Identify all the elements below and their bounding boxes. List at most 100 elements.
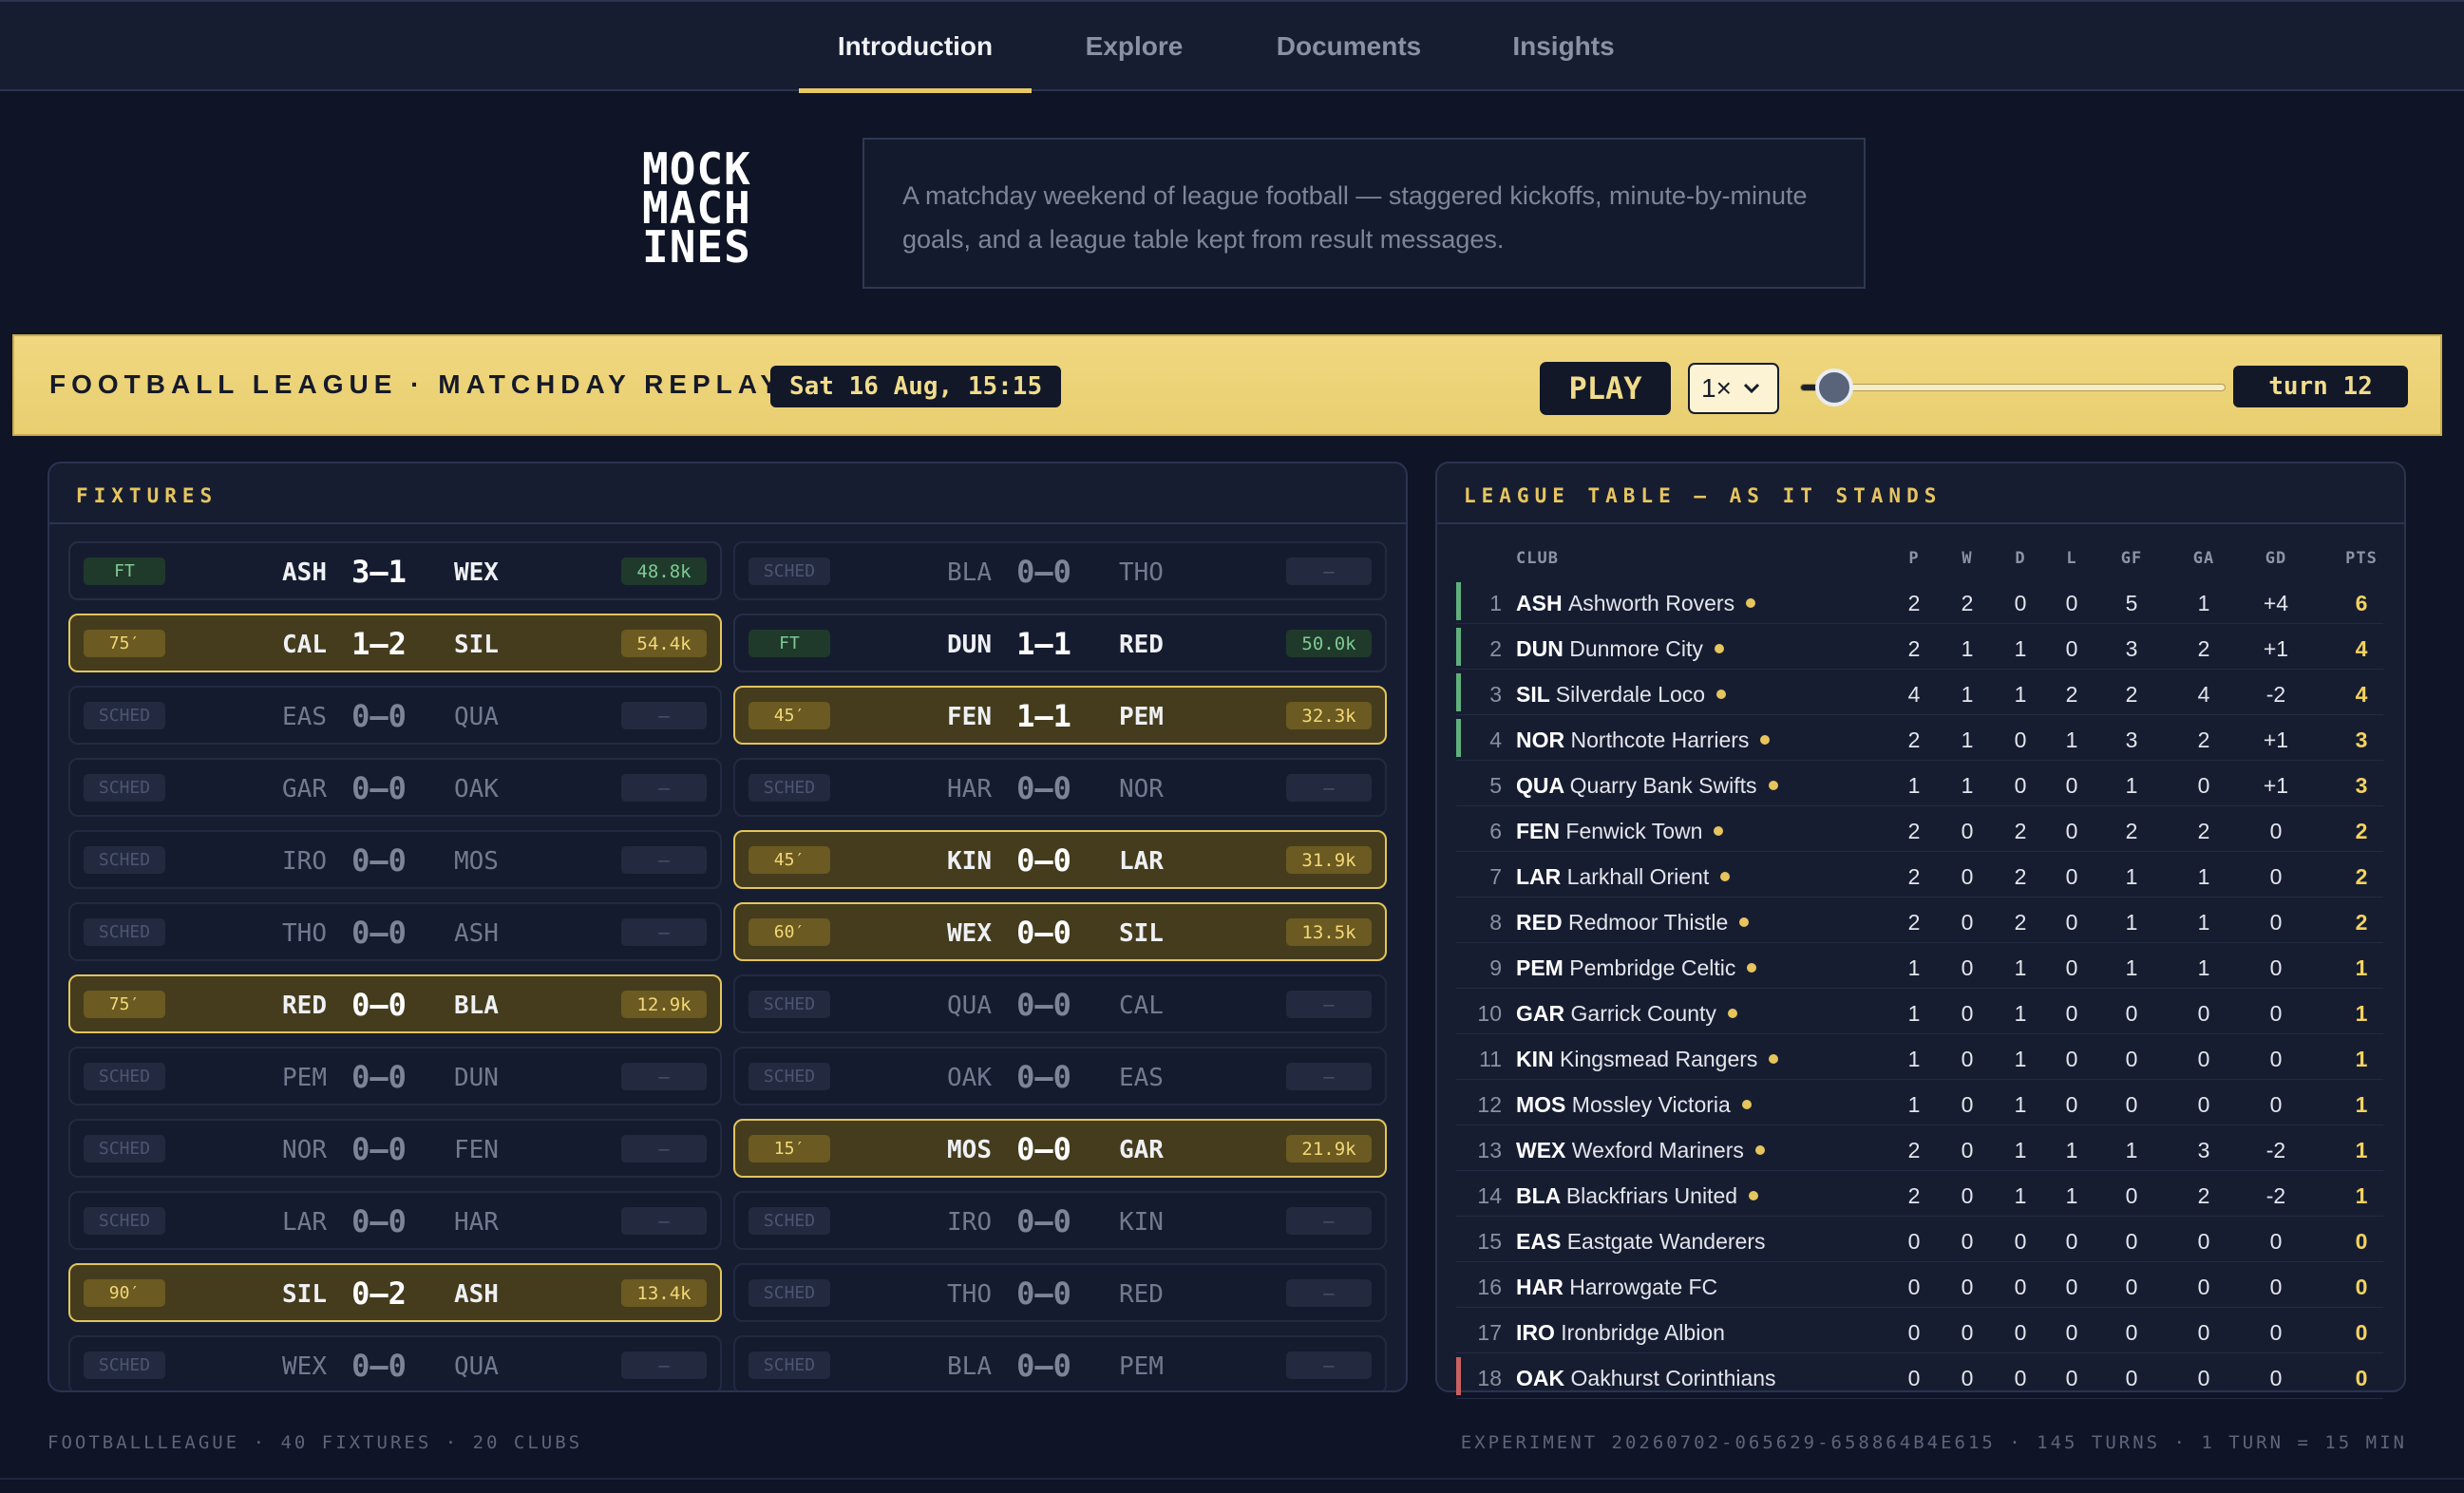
club-name: Silverdale Loco xyxy=(1555,682,1706,707)
match-score: 1–1 xyxy=(1016,698,1071,734)
replay-title: FOOTBALL LEAGUE · MATCHDAY REPLAY xyxy=(49,369,785,399)
stat-gf: 3 xyxy=(2125,728,2138,752)
table-row[interactable]: 12 MOS Mossley Victoria 1 0 1 0 0 0 0 1 xyxy=(1456,1080,2383,1125)
fixture-card[interactable]: 75′ CAL 1–2 SIL 54.4k xyxy=(68,614,722,672)
stat-l: 0 xyxy=(2065,955,2078,980)
stat-w: 0 xyxy=(1961,1138,1974,1162)
fixture-card[interactable]: 15′ MOS 0–0 GAR 21.9k xyxy=(733,1119,1387,1178)
table-row[interactable]: 7 LAR Larkhall Orient 2 0 2 0 1 1 0 2 xyxy=(1456,852,2383,898)
stat-gf: 0 xyxy=(2125,1001,2138,1026)
zone-marker xyxy=(1456,719,1461,757)
club-cell: OAK Oakhurst Corinthians xyxy=(1516,1366,1776,1391)
fixture-card[interactable]: SCHED PEM 0–0 DUN – xyxy=(68,1047,722,1106)
fixture-card[interactable]: SCHED IRO 0–0 MOS – xyxy=(68,830,722,889)
fixture-card[interactable]: SCHED HAR 0–0 NOR – xyxy=(733,758,1387,817)
match-status-badge: SCHED xyxy=(84,1063,165,1090)
stat-d: 1 xyxy=(2014,1092,2027,1117)
attendance-badge: – xyxy=(1286,1351,1372,1379)
stat-gf: 2 xyxy=(2125,819,2138,843)
fixture-card[interactable]: SCHED WEX 0–0 QUA – xyxy=(68,1335,722,1390)
match-score: 0–0 xyxy=(1016,915,1071,951)
table-row[interactable]: 18 OAK Oakhurst Corinthians 0 0 0 0 0 0 0 0 xyxy=(1456,1353,2383,1399)
fixture-card[interactable]: SCHED THO 0–0 RED – xyxy=(733,1263,1387,1322)
stat-ga: 0 xyxy=(2197,1229,2210,1254)
table-row[interactable]: 11 KIN Kingsmead Rangers 1 0 1 0 0 0 0 1 xyxy=(1456,1034,2383,1080)
fixture-card[interactable]: SCHED BLA 0–0 THO – xyxy=(733,541,1387,600)
play-button[interactable]: PLAY xyxy=(1540,362,1671,415)
fixture-card[interactable]: 45′ FEN 1–1 PEM 32.3k xyxy=(733,686,1387,745)
stat-gd: 0 xyxy=(2269,1366,2283,1390)
stat-p: 2 xyxy=(1907,1138,1921,1162)
tab-introduction[interactable]: Introduction xyxy=(799,2,1032,93)
stat-p: 2 xyxy=(1907,728,1921,752)
stat-d: 0 xyxy=(2014,773,2027,798)
stat-w: 0 xyxy=(1961,955,1974,980)
stat-l: 0 xyxy=(2065,864,2078,889)
attendance-badge: 21.9k xyxy=(1286,1135,1372,1162)
table-row[interactable]: 9 PEM Pembridge Celtic 1 0 1 0 1 1 0 1 xyxy=(1456,943,2383,989)
fixture-card[interactable]: 60′ WEX 0–0 SIL 13.5k xyxy=(733,902,1387,961)
table-row[interactable]: 17 IRO Ironbridge Albion 0 0 0 0 0 0 0 0 xyxy=(1456,1308,2383,1353)
table-row[interactable]: 4 NOR Northcote Harriers 2 1 0 1 3 2 +1 3 xyxy=(1456,715,2383,761)
table-row[interactable]: 8 RED Redmoor Thistle 2 0 2 0 1 1 0 2 xyxy=(1456,898,2383,943)
match-status-badge: SCHED xyxy=(84,1351,165,1379)
club-cell: EAS Eastgate Wanderers xyxy=(1516,1229,1766,1255)
fixture-card[interactable]: SCHED GAR 0–0 OAK – xyxy=(68,758,722,817)
table-row[interactable]: 13 WEX Wexford Mariners 2 0 1 1 1 3 -2 1 xyxy=(1456,1125,2383,1171)
match-score: 0–0 xyxy=(1016,1131,1071,1167)
stat-pts: 1 xyxy=(2355,1001,2368,1026)
stat-pts: 6 xyxy=(2355,591,2368,615)
match-score: 0–0 xyxy=(351,1348,407,1384)
table-row[interactable]: 16 HAR Harrowgate FC 0 0 0 0 0 0 0 0 xyxy=(1456,1262,2383,1308)
tab-explore[interactable]: Explore xyxy=(1058,2,1210,91)
match-score: 1–1 xyxy=(1016,626,1071,662)
fixture-card[interactable]: SCHED LAR 0–0 HAR – xyxy=(68,1191,722,1250)
speed-select[interactable]: 1× xyxy=(1688,363,1779,414)
stat-gd: -2 xyxy=(2265,682,2286,707)
stat-l: 1 xyxy=(2065,1138,2078,1162)
table-row[interactable]: 5 QUA Quarry Bank Swifts 1 1 0 0 1 0 +1 3 xyxy=(1456,761,2383,806)
table-row[interactable]: 10 GAR Garrick County 1 0 1 0 0 0 0 1 xyxy=(1456,989,2383,1034)
zone-marker xyxy=(1456,1084,1461,1122)
stat-w: 0 xyxy=(1961,1183,1974,1208)
table-row[interactable]: 14 BLA Blackfriars United 2 0 1 1 0 2 -2 1 xyxy=(1456,1171,2383,1217)
fixture-card[interactable]: SCHED EAS 0–0 QUA – xyxy=(68,686,722,745)
fixture-card[interactable]: 45′ KIN 0–0 LAR 31.9k xyxy=(733,830,1387,889)
attendance-badge: 13.5k xyxy=(1286,918,1372,946)
fixture-card[interactable]: SCHED OAK 0–0 EAS – xyxy=(733,1047,1387,1106)
fixture-card[interactable]: FT DUN 1–1 RED 50.0k xyxy=(733,614,1387,672)
club-cell: GAR Garrick County xyxy=(1516,1001,1737,1027)
match-status-badge: SCHED xyxy=(84,702,165,729)
table-row[interactable]: 6 FEN Fenwick Town 2 0 2 0 2 2 0 2 xyxy=(1456,806,2383,852)
club-abbr: IRO xyxy=(1516,1320,1555,1345)
table-row[interactable]: 1 ASH Ashworth Rovers 2 2 0 0 5 1 +4 6 xyxy=(1456,578,2383,624)
attendance-badge: – xyxy=(1286,774,1372,802)
club-abbr: FEN xyxy=(1516,819,1560,843)
tab-insights[interactable]: Insights xyxy=(1488,2,1640,91)
tab-documents[interactable]: Documents xyxy=(1256,2,1442,91)
fixture-card[interactable]: 75′ RED 0–0 BLA 12.9k xyxy=(68,974,722,1033)
table-row[interactable]: 15 EAS Eastgate Wanderers 0 0 0 0 0 0 0 0 xyxy=(1456,1217,2383,1262)
away-team: NOR xyxy=(1119,775,1164,803)
club-abbr: QUA xyxy=(1516,773,1564,798)
fixture-card[interactable]: FT ASH 3–1 WEX 48.8k xyxy=(68,541,722,600)
stat-gf: 0 xyxy=(2125,1183,2138,1208)
stat-pts: 0 xyxy=(2355,1366,2368,1390)
table-row[interactable]: 3 SIL Silverdale Loco 4 1 1 2 2 4 -2 4 xyxy=(1456,670,2383,715)
attendance-badge: – xyxy=(1286,558,1372,585)
fixture-card[interactable]: SCHED IRO 0–0 KIN – xyxy=(733,1191,1387,1250)
fixture-card[interactable]: SCHED QUA 0–0 CAL – xyxy=(733,974,1387,1033)
fixture-card[interactable]: SCHED BLA 0–0 PEM – xyxy=(733,1335,1387,1390)
match-status-badge: 90′ xyxy=(84,1279,165,1307)
stat-pts: 0 xyxy=(2355,1275,2368,1299)
timeline-slider-track[interactable] xyxy=(1800,384,2226,391)
fixture-card[interactable]: SCHED THO 0–0 ASH – xyxy=(68,902,722,961)
club-cell: HAR Harrowgate FC xyxy=(1516,1275,1717,1300)
timeline-slider-thumb[interactable] xyxy=(1814,369,1853,406)
fixture-card[interactable]: 90′ SIL 0–2 ASH 13.4k xyxy=(68,1263,722,1322)
table-row[interactable]: 2 DUN Dunmore City 2 1 1 0 3 2 +1 4 xyxy=(1456,624,2383,670)
stat-p: 2 xyxy=(1907,636,1921,661)
match-status-badge: SCHED xyxy=(749,991,830,1018)
stat-p: 1 xyxy=(1907,1001,1921,1026)
fixture-card[interactable]: SCHED NOR 0–0 FEN – xyxy=(68,1119,722,1178)
